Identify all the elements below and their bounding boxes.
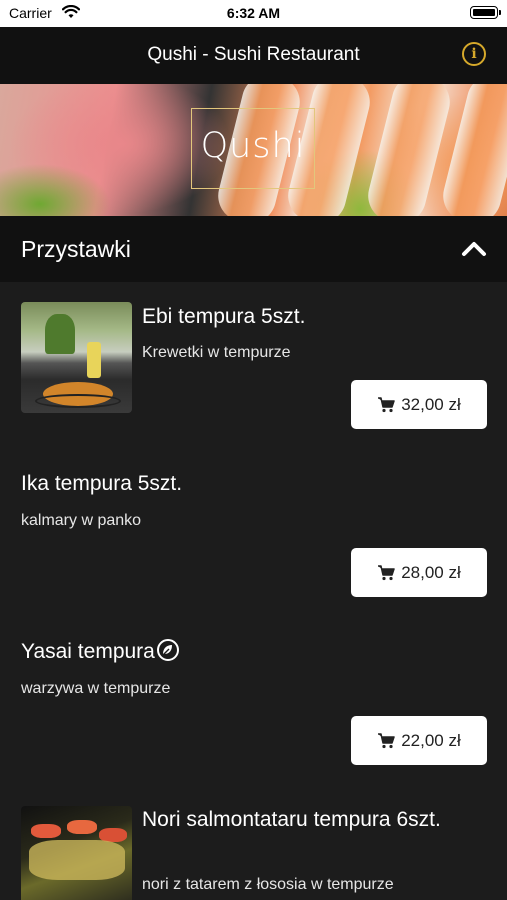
drink-graphic <box>87 342 101 378</box>
item-description: nori z tatarem z łososia w tempurze <box>142 876 394 893</box>
battery-icon <box>470 6 501 19</box>
item-description: kalmary w panko <box>21 512 142 529</box>
cart-icon <box>378 396 395 412</box>
item-name: Ebi tempura 5szt. <box>142 305 306 328</box>
menu-item[interactable]: Yasai tempura warzywa w tempurze 22,00 z… <box>0 618 507 786</box>
status-bar: Carrier 6:32 AM <box>0 0 507 27</box>
cart-icon <box>378 732 395 748</box>
category-header[interactable]: Przystawki <box>0 216 507 282</box>
item-name: Nori salmontataru tempura 6szt. <box>142 808 441 831</box>
chevron-up-icon[interactable] <box>461 239 487 257</box>
add-to-cart-button[interactable]: 32,00 zł <box>351 380 487 429</box>
add-to-cart-button[interactable]: 22,00 zł <box>351 716 487 765</box>
menu-item[interactable]: Ika tempura 5szt. kalmary w panko 28,00 … <box>0 450 507 618</box>
item-image <box>21 806 132 900</box>
item-description: Krewetki w tempurze <box>142 344 291 361</box>
navigation-bar: Qushi - Sushi Restaurant i <box>0 27 507 84</box>
price-label: 22,00 zł <box>401 730 461 750</box>
cart-icon <box>378 564 395 580</box>
page-title: Qushi - Sushi Restaurant <box>147 44 360 65</box>
plate-graphic <box>35 394 121 408</box>
menu-item[interactable]: Nori salmontataru tempura 6szt. nori z t… <box>0 786 507 900</box>
tempura-graphic <box>29 840 125 880</box>
category-title: Przystawki <box>21 236 131 262</box>
restaurant-banner: Qushi <box>0 84 507 216</box>
menu-item[interactable]: Ebi tempura 5szt. Krewetki w tempurze 32… <box>0 282 507 450</box>
sushi-roll-graphic <box>362 84 456 216</box>
restaurant-logo: Qushi <box>200 126 306 166</box>
item-description: warzywa w tempurze <box>21 680 171 697</box>
vegetarian-leaf-icon <box>156 639 179 661</box>
price-label: 32,00 zł <box>401 394 461 414</box>
plant-graphic <box>45 314 75 354</box>
salmon-graphic <box>31 824 61 838</box>
salmon-graphic <box>67 820 97 834</box>
price-label: 28,00 zł <box>401 562 461 582</box>
clock: 6:32 AM <box>226 5 281 21</box>
item-name: Yasai tempura <box>21 640 155 663</box>
item-image <box>21 302 132 413</box>
item-name-row: Yasai tempura <box>21 638 179 666</box>
info-icon[interactable]: i <box>462 42 486 66</box>
item-name: Ika tempura 5szt. <box>21 472 183 495</box>
add-to-cart-button[interactable]: 28,00 zł <box>351 548 487 597</box>
